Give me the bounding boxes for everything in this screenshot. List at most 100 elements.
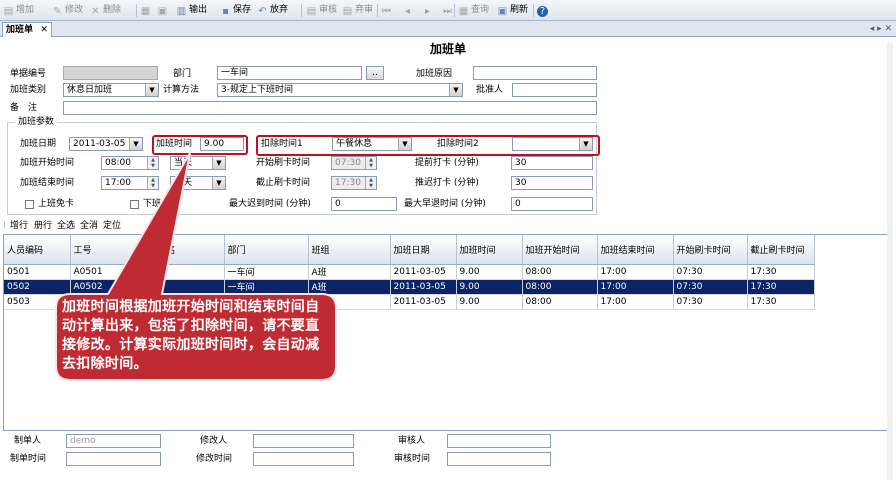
end-time-field[interactable]: 17:00 ▲ ▼: [101, 176, 159, 190]
tab-close-icon[interactable]: ✕: [40, 23, 48, 37]
modifier-field[interactable]: [253, 434, 354, 448]
table-cell[interactable]: 17:30: [747, 264, 815, 280]
next-button[interactable]: ▸: [422, 3, 435, 18]
table-cell[interactable]: 17:00: [597, 294, 674, 310]
start-swipe-field[interactable]: 07:30 ▲ ▼: [331, 156, 377, 170]
doc-no-field[interactable]: [63, 66, 158, 80]
table-cell[interactable]: 9.00: [456, 294, 523, 310]
start-day-select[interactable]: 当天 ▼: [170, 156, 226, 170]
locate-button[interactable]: 定位: [103, 219, 121, 234]
dept-browse-button[interactable]: ..: [366, 66, 384, 80]
tab-overtime-form[interactable]: 加班单 ✕: [2, 22, 52, 37]
table-cell[interactable]: A班: [308, 264, 391, 280]
remark-field[interactable]: [63, 101, 597, 115]
table-cell[interactable]: 0501: [4, 264, 71, 280]
toolbar: ▤ 增加 ✎ 修改 ✕ 删除 ▦ ▣ ▥ 输出 ▪ 保存 ↶ 放弃 ▤ 审核 ▤ 弃审 ⏮ ◂ ▸ ⏭ ▦ 查询 ▣ 刷新?: [0, 0, 896, 21]
select-all-button[interactable]: 全选: [57, 219, 75, 234]
approver-field[interactable]: [512, 83, 597, 97]
early-field[interactable]: 30: [511, 156, 593, 170]
add-row-button[interactable]: 增行: [10, 219, 28, 234]
type-select[interactable]: 休息日加班 ▼: [63, 83, 159, 97]
column-header[interactable]: 姓名: [154, 235, 225, 265]
table-cell[interactable]: A0501: [70, 264, 155, 280]
table-cell[interactable]: 0502: [4, 279, 71, 295]
free-on-checkbox[interactable]: [25, 200, 34, 209]
table-cell[interactable]: 17:00: [597, 279, 674, 295]
max-late-field[interactable]: 0: [331, 197, 397, 211]
table-cell[interactable]: A0502: [70, 279, 155, 295]
table-cell[interactable]: [154, 264, 225, 280]
end-swipe-field[interactable]: 17:30 ▲ ▼: [331, 176, 377, 190]
table-row[interactable]: 0502 A0502 一车间 A班 2011-03-05 9.00 08:00 17:00 07…: [4, 279, 815, 295]
table-cell[interactable]: 一车间: [224, 279, 309, 295]
free-off-checkbox[interactable]: [130, 200, 139, 209]
tab-controls[interactable]: ◂ ▸ ✕: [870, 24, 892, 34]
refresh-button[interactable]: ▣ 刷新: [497, 3, 528, 18]
column-header[interactable]: 开始刷卡时间: [673, 235, 748, 265]
table-cell[interactable]: 17:30: [747, 279, 815, 295]
column-header[interactable]: 加班时间: [456, 235, 523, 265]
edit-button[interactable]: ✎ 修改: [52, 3, 83, 18]
table-cell[interactable]: 9.00: [456, 279, 523, 295]
export-button[interactable]: ▥ 输出: [176, 3, 207, 18]
reason-field[interactable]: [473, 66, 597, 80]
dept-field[interactable]: 一车间: [217, 66, 362, 80]
auditor-field[interactable]: [447, 434, 551, 448]
max-leave-field[interactable]: 0: [511, 197, 593, 211]
query-button[interactable]: ▦ 查询: [458, 3, 489, 18]
column-header[interactable]: 加班日期: [390, 235, 457, 265]
unaudit-button[interactable]: ▤ 弃审: [342, 3, 373, 18]
save-button[interactable]: ▪ 保存: [220, 3, 251, 18]
calc-select[interactable]: 3-规定上下班时间 ▼: [217, 83, 463, 97]
modify-time-field[interactable]: [253, 452, 354, 466]
table-cell[interactable]: 2011-03-05: [390, 264, 457, 280]
column-header[interactable]: 班组: [308, 235, 391, 265]
spinner-icon[interactable]: ▲ ▼: [365, 157, 376, 169]
spinner-icon[interactable]: ▲ ▼: [365, 177, 376, 189]
table-cell[interactable]: 一车间: [224, 264, 309, 280]
delete-button[interactable]: ✕ 删除: [90, 3, 121, 18]
column-header[interactable]: 人员编码: [4, 235, 71, 265]
table-cell[interactable]: 08:00: [522, 264, 598, 280]
first-button[interactable]: ⏮: [381, 3, 394, 18]
audit-time-field[interactable]: [447, 452, 551, 466]
undo-button[interactable]: ↶ 放弃: [257, 3, 288, 18]
preview-button[interactable]: ▣: [157, 3, 170, 18]
column-header[interactable]: 截止刷卡时间: [747, 235, 815, 265]
column-header[interactable]: 加班开始时间: [522, 235, 598, 265]
help-button[interactable]: ?: [537, 3, 550, 18]
end-day-select[interactable]: 当天 ▼: [170, 176, 226, 190]
table-cell[interactable]: 2011-03-05: [390, 279, 457, 295]
spinner-icon[interactable]: ▲ ▼: [147, 157, 158, 169]
table-cell[interactable]: 9.00: [456, 264, 523, 280]
column-header[interactable]: 部门: [224, 235, 309, 265]
deselect-all-button[interactable]: 全消: [80, 219, 98, 234]
table-cell[interactable]: 08:00: [522, 294, 598, 310]
create-time-field[interactable]: [66, 452, 161, 466]
start-time-field[interactable]: 08:00 ▲ ▼: [101, 156, 159, 170]
table-cell[interactable]: 07:30: [673, 294, 748, 310]
table-cell[interactable]: 07:30: [673, 279, 748, 295]
column-header[interactable]: 加班结束时间: [597, 235, 674, 265]
vertical-scrollbar[interactable]: [887, 42, 893, 480]
table-cell[interactable]: 2011-03-05: [390, 294, 457, 310]
print-button[interactable]: ▦: [140, 3, 153, 18]
delete-row-button[interactable]: 册行: [34, 219, 52, 234]
table-cell[interactable]: 08:00: [522, 279, 598, 295]
late-field[interactable]: 30: [511, 176, 593, 190]
creator-field[interactable]: demo: [66, 434, 161, 448]
audit-button[interactable]: ▤ 审核: [306, 3, 337, 18]
table-row[interactable]: 0501 A0501 一车间 A班 2011-03-05 9.00 08:00 17:00 07…: [4, 264, 815, 280]
table-cell[interactable]: 17:00: [597, 264, 674, 280]
column-header[interactable]: 工号: [70, 235, 155, 265]
add-doc-button[interactable]: ▤ 增加: [3, 3, 34, 18]
table-cell[interactable]: 17:30: [747, 294, 815, 310]
table-cell[interactable]: 0503: [4, 294, 71, 310]
table-cell[interactable]: 07:30: [673, 264, 748, 280]
table-cell[interactable]: A班: [308, 279, 391, 295]
spinner-icon[interactable]: ▲ ▼: [147, 177, 158, 189]
prev-button[interactable]: ◂: [402, 3, 415, 18]
audit-time-label: 审核时间: [394, 454, 431, 464]
date-picker[interactable]: 2011-03-05 ▼: [69, 137, 143, 151]
table-cell[interactable]: [154, 279, 225, 295]
